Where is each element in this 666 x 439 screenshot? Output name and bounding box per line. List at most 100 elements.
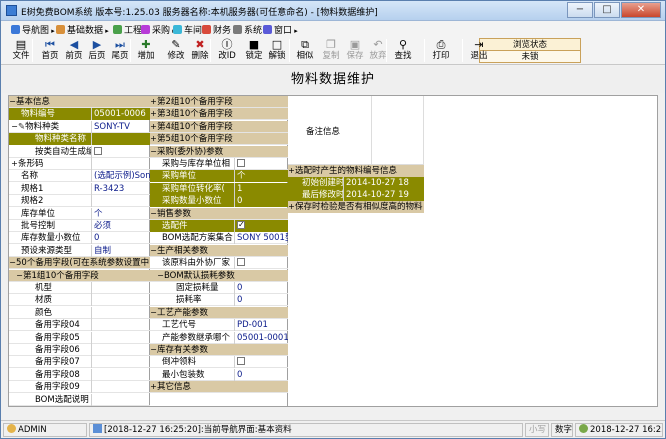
collapse-icon[interactable]: −	[157, 270, 164, 282]
section-header[interactable]: −工艺产能参数	[150, 306, 288, 319]
section-header[interactable]: +第2组10个备用字段	[150, 96, 288, 108]
property-label: 工艺代号	[150, 319, 234, 331]
toolbar-button-print[interactable]: ⎙ 打印	[428, 37, 454, 64]
collapse-icon[interactable]: −	[150, 344, 157, 356]
property-value[interactable]	[91, 393, 150, 406]
expand-icon[interactable]: +	[150, 133, 157, 145]
property-value[interactable]: 0	[234, 282, 288, 294]
checkbox[interactable]	[237, 159, 245, 167]
property-value[interactable]	[91, 133, 150, 146]
section-header[interactable]: −基本信息	[9, 96, 150, 108]
toolbar-button-exit[interactable]: ⇥ 退出	[466, 37, 492, 64]
expand-icon[interactable]: +	[11, 158, 18, 170]
collapse-icon[interactable]: −	[9, 257, 16, 269]
toolbar-button-id[interactable]: Ⓘ 改ID	[214, 37, 240, 64]
property-value[interactable]	[91, 356, 150, 369]
section-header[interactable]: +第4组10个备用字段	[150, 120, 288, 133]
property-value[interactable]: 05001-0001	[234, 331, 288, 344]
collapse-icon[interactable]: −	[150, 307, 157, 319]
property-value[interactable]: 05001-0006	[91, 108, 150, 121]
property-value[interactable]	[91, 145, 150, 158]
toolbar-button-new[interactable]: ✚ 增加	[133, 37, 159, 64]
property-value[interactable]	[91, 344, 150, 356]
property-value[interactable]	[91, 158, 150, 170]
collapse-icon[interactable]: −	[150, 208, 157, 220]
property-value[interactable]	[91, 319, 150, 332]
maximize-button[interactable]: □	[594, 2, 620, 18]
menu-item-0[interactable]: 导航图 ▸	[11, 23, 55, 36]
collapse-icon[interactable]: −	[150, 245, 157, 257]
property-value[interactable]: PD-001	[234, 319, 288, 332]
collapse-icon[interactable]: −	[11, 121, 18, 133]
property-value[interactable]	[91, 368, 150, 381]
property-value[interactable]	[91, 331, 150, 344]
section-header[interactable]: −采购(委外协)参数	[150, 145, 288, 158]
section-header[interactable]: +其它信息	[150, 381, 288, 394]
property-label: 最小包装数	[150, 369, 234, 381]
checkbox[interactable]	[237, 357, 245, 366]
section-option-code[interactable]: +选配时产生的物料编号信息	[288, 165, 424, 177]
property-value[interactable]: R-3423	[91, 182, 150, 195]
section-header[interactable]: +第5组10个备用字段	[150, 133, 288, 146]
property-value[interactable]	[91, 195, 150, 208]
property-value[interactable]	[234, 356, 288, 369]
section-header[interactable]: −生产相关参数	[150, 244, 288, 257]
section-header[interactable]: −BOM默认损耗参数	[150, 269, 288, 282]
property-value[interactable]	[91, 381, 150, 394]
checkbox[interactable]	[237, 220, 245, 231]
checkbox[interactable]	[237, 258, 245, 267]
property-value[interactable]: 自制	[91, 244, 150, 257]
menu-item-3[interactable]: 采购 ▸	[141, 23, 176, 36]
toolbar-button-delete[interactable]: ✖ 删除	[187, 37, 213, 64]
property-value[interactable]: 0	[91, 232, 150, 245]
collapse-icon[interactable]: −	[9, 96, 16, 108]
property-value[interactable]: SONY 5001型	[234, 232, 288, 245]
menu-item-7[interactable]: 窗口 ▸	[263, 23, 298, 36]
expand-icon[interactable]: +	[150, 381, 157, 393]
property-value[interactable]	[91, 294, 150, 307]
menu-item-1[interactable]: 基础数据 ▸	[56, 23, 109, 36]
toolbar-button-label: 修改	[167, 51, 185, 61]
toolbar-button-copy[interactable]: ❐ 复制	[318, 37, 344, 64]
property-value[interactable]	[91, 282, 150, 294]
expand-icon[interactable]: +	[150, 121, 157, 133]
toolbar-button-unlock[interactable]: □ 解锁	[264, 37, 290, 64]
section-header[interactable]: −50个备用字段(可在系统参数设置中	[9, 257, 150, 270]
property-value[interactable]: 1	[234, 182, 288, 195]
remark-box: 备注信息	[288, 96, 424, 165]
section-header[interactable]: +第3组10个备用字段	[150, 108, 288, 121]
toolbar-button-similar[interactable]: ⧉ 相似	[292, 37, 318, 64]
section-header[interactable]: −销售参数	[150, 207, 288, 220]
property-value[interactable]: 个	[234, 170, 288, 183]
collapse-icon[interactable]: −	[16, 270, 23, 282]
menu-item-5[interactable]: 财务 ▸	[202, 23, 237, 36]
checkbox[interactable]	[94, 146, 102, 155]
property-value[interactable]	[91, 306, 150, 319]
toolbar-button-last-page[interactable]: ⏭ 尾页	[107, 37, 133, 64]
property-value[interactable]	[234, 158, 288, 170]
property-value[interactable]	[234, 220, 288, 232]
collapse-icon[interactable]: −	[150, 146, 157, 158]
minimize-button[interactable]: −	[567, 2, 593, 18]
section-similarity-check[interactable]: +保存时检验是否有相似度高的物料	[288, 201, 424, 213]
toolbar-button-discard[interactable]: ↶ 放弃	[365, 37, 391, 64]
property-value[interactable]: 0	[234, 294, 288, 307]
close-button[interactable]: ✕	[621, 2, 661, 18]
section-header[interactable]: −第1组10个备用字段	[9, 269, 150, 282]
property-value[interactable]: (选配示例)Son	[91, 170, 150, 183]
toolbar-separator	[424, 39, 425, 62]
property-value[interactable]: 0	[234, 368, 288, 381]
expand-icon[interactable]: +	[150, 96, 157, 108]
section-header[interactable]: −库存有关参数	[150, 344, 288, 356]
property-value[interactable]: 0	[234, 195, 288, 208]
property-value[interactable]: 个	[91, 207, 150, 220]
expand-icon[interactable]: +	[150, 108, 157, 120]
toolbar-button-find[interactable]: ⚲ 查找	[390, 37, 416, 64]
toolbar-button-document[interactable]: ▤ 文件	[8, 37, 34, 64]
property-value[interactable]: SONY-TV	[91, 120, 150, 133]
toolbar-button-edit[interactable]: ✎ 修改	[163, 37, 189, 64]
toolbar-button-first-page[interactable]: ⏮ 首页	[37, 37, 63, 64]
property-value[interactable]: 必须	[91, 220, 150, 232]
property-value[interactable]	[234, 257, 288, 270]
remark-field[interactable]	[372, 96, 424, 165]
